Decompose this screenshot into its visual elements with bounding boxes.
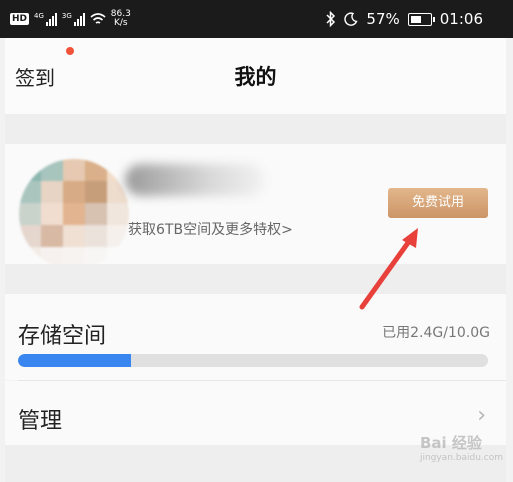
chevron-right-icon: › bbox=[477, 403, 486, 428]
upgrade-benefit-link[interactable]: 获取6TB空间及更多特权> bbox=[128, 219, 293, 239]
battery-percent: 57% bbox=[366, 10, 400, 28]
manage-label: 管理 bbox=[18, 409, 63, 434]
battery-fill bbox=[410, 15, 422, 23]
moon-icon bbox=[344, 12, 358, 26]
username-blurred bbox=[125, 164, 265, 196]
notification-dot bbox=[66, 47, 74, 55]
status-bar: HD 4G 3G 86.3 K/s 57% 01:06 bbox=[0, 0, 513, 38]
bluetooth-icon bbox=[326, 11, 336, 27]
battery-icon bbox=[407, 12, 435, 26]
storage-progress-fill bbox=[18, 354, 131, 367]
baidu-watermark: Bai 经验 jingyan.baidu.com bbox=[419, 434, 503, 463]
section-gap bbox=[5, 114, 506, 144]
red-arrow-annotation bbox=[359, 228, 418, 310]
clock: 01:06 bbox=[439, 10, 483, 28]
network-speed: 86.3 K/s bbox=[110, 9, 131, 28]
status-bar-left: HD 4G 3G 86.3 K/s bbox=[10, 9, 131, 29]
storage-label: 存储空间 bbox=[18, 324, 107, 349]
free-trial-button[interactable]: 免费试用 bbox=[388, 188, 488, 218]
signal-icon: 4G bbox=[34, 12, 57, 26]
status-bar-right: 57% 01:06 bbox=[326, 9, 483, 29]
top-nav: 签到 我的 bbox=[5, 38, 506, 114]
hd-badge: HD bbox=[10, 13, 30, 25]
wifi-icon bbox=[90, 12, 106, 24]
avatar[interactable] bbox=[19, 159, 129, 269]
signal-icon-2: 3G bbox=[62, 12, 85, 26]
storage-progress-bar bbox=[18, 354, 488, 367]
page-title: 我的 bbox=[234, 65, 277, 89]
storage-used-text: 已用2.4G/10.0G bbox=[382, 325, 490, 341]
